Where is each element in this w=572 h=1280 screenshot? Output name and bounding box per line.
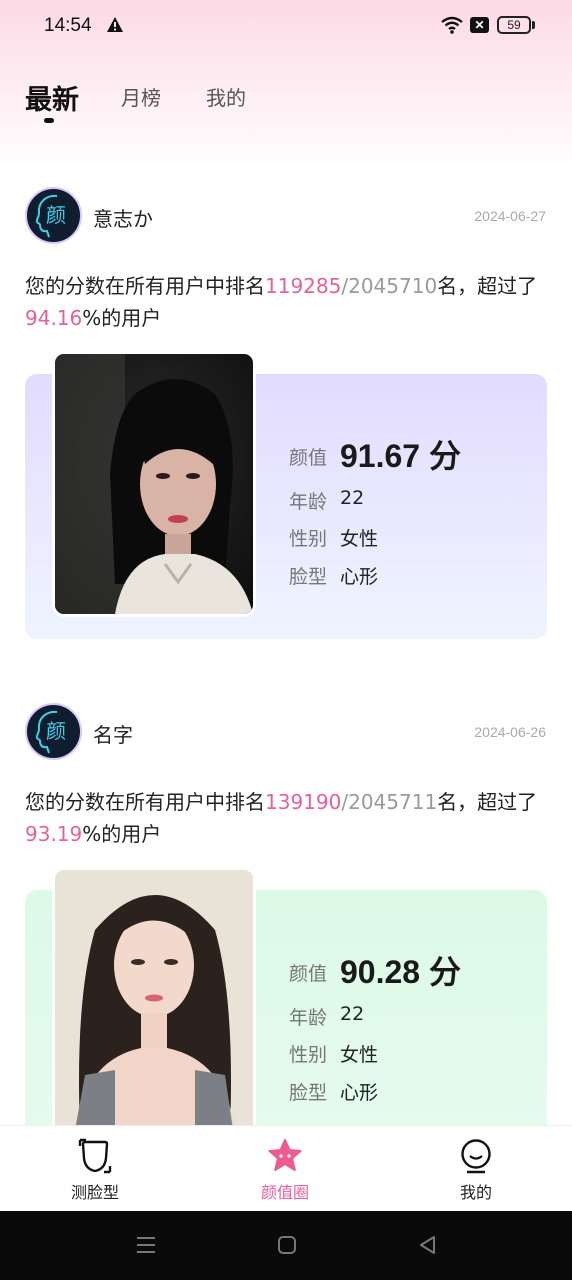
nav-label: 测脸型 — [70, 1183, 119, 1202]
score-unit: 分 — [428, 437, 461, 475]
score-value: 90.28 分 — [340, 947, 461, 993]
score-unit: 分 — [428, 953, 461, 991]
avatar-text: 颜 — [46, 719, 66, 743]
score-label: 颜值 — [289, 447, 328, 469]
face-shape-label: 脸型 — [289, 566, 328, 588]
status-time: 14:54 — [44, 15, 92, 36]
wifi-icon — [441, 16, 463, 34]
age-value: 22 — [340, 1003, 365, 1025]
bottom-nav: 测脸型 颜值圈 我的 — [0, 1125, 572, 1211]
home-icon[interactable] — [275, 1233, 299, 1257]
username[interactable]: 意志か — [93, 203, 153, 232]
nav-label: 颜值圈 — [260, 1183, 309, 1202]
age-label: 年龄 — [289, 491, 328, 513]
avatar[interactable]: 颜 — [25, 187, 82, 244]
tab-monthly[interactable]: 月榜 — [121, 82, 161, 111]
username[interactable]: 名字 — [93, 719, 133, 748]
battery-icon: 59 — [497, 16, 531, 34]
avatar-text: 颜 — [46, 203, 66, 227]
rank-percent: 94.16 — [25, 306, 83, 330]
gender-label: 性别 — [289, 528, 328, 550]
rank-description: 您的分数在所有用户中排名139190/2045711名，超过了93.19%的用户 — [25, 786, 550, 850]
face-shape-value: 心形 — [340, 1082, 379, 1104]
portrait-image — [55, 870, 253, 1129]
rank-mid: 名，超过了 — [437, 274, 538, 298]
rank-number: 139190 — [265, 790, 342, 814]
rank-total: 2045711 — [348, 790, 438, 814]
face-logo-icon: 颜 — [35, 710, 66, 754]
rank-mid: 名，超过了 — [437, 790, 538, 814]
post-date: 2024-06-26 — [474, 724, 546, 740]
user-photo[interactable] — [52, 867, 256, 1129]
rank-suffix: %的用户 — [82, 306, 162, 330]
face-shape-label: 脸型 — [289, 1082, 328, 1104]
avatar[interactable]: 颜 — [25, 703, 82, 760]
score-value: 91.67 分 — [340, 431, 461, 477]
star-face-icon — [268, 1139, 302, 1171]
face-scan-icon — [78, 1138, 112, 1174]
tab-active-indicator — [44, 118, 54, 123]
tab-mine[interactable]: 我的 — [206, 82, 246, 111]
user-photo[interactable] — [52, 351, 256, 617]
system-nav-bar — [0, 1211, 572, 1280]
rank-number: 119285 — [265, 274, 342, 298]
post-date: 2024-06-27 — [474, 208, 546, 224]
back-icon[interactable] — [416, 1233, 440, 1257]
gender-value: 女性 — [340, 528, 379, 550]
score-number: 90.28 — [340, 954, 421, 990]
nav-label: 我的 — [459, 1183, 492, 1202]
face-shape-value: 心形 — [340, 566, 379, 588]
battery-tip — [532, 21, 535, 29]
age-label: 年龄 — [289, 1007, 328, 1029]
face-logo-icon: 颜 — [35, 194, 66, 238]
rank-prefix: 您的分数在所有用户中排名 — [25, 790, 265, 814]
gender-value: 女性 — [340, 1044, 379, 1066]
nav-beauty-circle[interactable]: 颜值圈 — [190, 1126, 380, 1212]
age-value: 22 — [340, 487, 365, 509]
warning-icon — [107, 17, 123, 32]
tab-latest[interactable]: 最新 — [25, 78, 79, 117]
rank-suffix: %的用户 — [82, 822, 162, 846]
gender-label: 性别 — [289, 1044, 328, 1066]
notification-x-icon: ✕ — [470, 17, 489, 33]
score-number: 91.67 — [340, 438, 421, 474]
rank-percent: 93.19 — [25, 822, 83, 846]
rank-prefix: 您的分数在所有用户中排名 — [25, 274, 265, 298]
status-bar: 14:54 ✕ 59 — [0, 0, 572, 52]
rank-description: 您的分数在所有用户中排名119285/2045710名，超过了94.16%的用户 — [25, 270, 550, 334]
smile-profile-icon — [461, 1139, 491, 1174]
nav-face-test[interactable]: 测脸型 — [0, 1126, 190, 1212]
menu-icon[interactable] — [134, 1233, 158, 1257]
score-label: 颜值 — [289, 963, 328, 985]
nav-profile[interactable]: 我的 — [381, 1126, 571, 1212]
portrait-image — [55, 354, 253, 614]
rank-total: 2045710 — [348, 274, 438, 298]
